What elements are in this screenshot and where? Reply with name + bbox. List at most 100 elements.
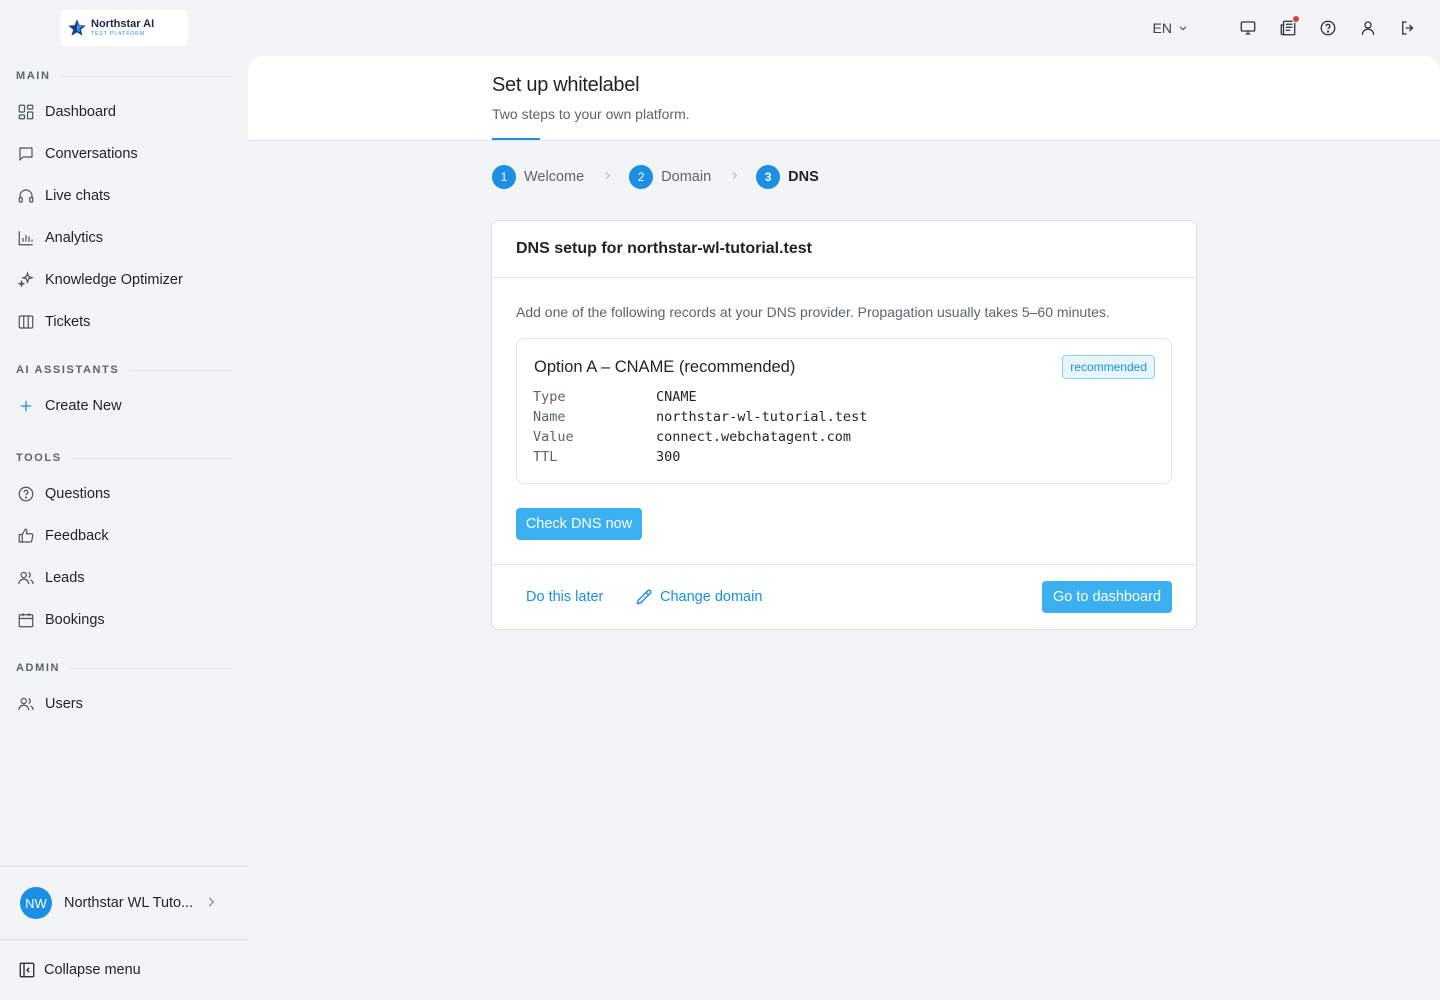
collapse-menu-label: Collapse menu xyxy=(44,962,141,978)
record-value: CNAME xyxy=(656,389,697,405)
sparkles-icon xyxy=(16,270,36,290)
section-label-tools: TOOLS xyxy=(16,452,232,464)
divider xyxy=(492,277,1196,278)
step-label: DNS xyxy=(788,169,819,185)
step-dns[interactable]: 3 DNS xyxy=(756,165,819,189)
go-to-dashboard-button[interactable]: Go to dashboard xyxy=(1042,581,1172,613)
step-number: 3 xyxy=(756,165,781,189)
users-icon xyxy=(16,568,36,588)
plus-icon xyxy=(16,396,36,416)
dns-option-card: Option A – CNAME (recommended) recommend… xyxy=(516,338,1172,484)
do-this-later-link[interactable]: Do this later xyxy=(526,585,603,609)
sidebar-item-label: Tickets xyxy=(45,314,91,330)
step-domain[interactable]: 2 Domain xyxy=(629,165,711,189)
record-key: TTL xyxy=(533,449,558,465)
brand-name: Northstar AI xyxy=(91,18,155,30)
sidebar-item-leads[interactable]: Leads xyxy=(16,560,232,596)
collapse-menu-button[interactable]: Collapse menu xyxy=(18,955,141,985)
page-subtitle: Two steps to your own platform. xyxy=(492,106,690,122)
sidebar-item-knowledge-optimizer[interactable]: Knowledge Optimizer xyxy=(16,262,232,298)
sidebar-item-label: Live chats xyxy=(45,188,111,204)
step-number: 1 xyxy=(492,165,516,189)
change-domain-label: Change domain xyxy=(660,589,763,605)
sidebar-item-label: Bookings xyxy=(45,612,105,628)
header-tab-indicator xyxy=(492,138,540,140)
sidebar-item-feedback[interactable]: Feedback xyxy=(16,518,232,554)
check-dns-button[interactable]: Check DNS now xyxy=(516,508,642,540)
users-icon xyxy=(16,694,36,714)
sidebar-item-label: Conversations xyxy=(45,146,138,162)
sidebar-item-label: Knowledge Optimizer xyxy=(45,272,183,288)
recommended-badge: recommended xyxy=(1062,355,1155,379)
chevron-right-icon xyxy=(602,170,613,184)
sidebar-item-bookings[interactable]: Bookings xyxy=(16,602,232,638)
step-label: Welcome xyxy=(524,169,585,185)
account-name: Northstar WL Tuto... xyxy=(64,895,194,911)
sidebar-item-label: Users xyxy=(45,696,83,712)
calendar-icon xyxy=(16,610,36,630)
page-title: Set up whitelabel xyxy=(492,74,640,96)
sidebar-item-label: Create New xyxy=(45,398,122,414)
change-domain-link[interactable]: Change domain xyxy=(634,585,762,609)
headset-icon xyxy=(16,186,36,206)
sidebar-item-conversations[interactable]: Conversations xyxy=(16,136,232,172)
notification-dot xyxy=(1292,15,1300,23)
card-description: Add one of the following records at your… xyxy=(516,304,1110,320)
sidebar-item-questions[interactable]: Questions xyxy=(16,476,232,512)
divider xyxy=(492,564,1196,565)
chevron-down-icon xyxy=(1179,26,1187,31)
sidebar-item-dashboard[interactable]: Dashboard xyxy=(16,94,232,130)
sidebar-item-analytics[interactable]: Analytics xyxy=(16,220,232,256)
record-key: Value xyxy=(533,429,574,445)
logout-icon[interactable] xyxy=(1398,18,1418,38)
sidebar-item-create-new[interactable]: Create New xyxy=(16,388,232,424)
record-value: northstar-wl-tutorial.test xyxy=(656,409,868,425)
sidebar: Northstar AI TEST PLATFORM MAIN Dashboar… xyxy=(0,0,248,1000)
record-row: Name northstar-wl-tutorial.test xyxy=(533,407,867,427)
sidebar-item-live-chats[interactable]: Live chats xyxy=(16,178,232,214)
sidebar-item-label: Dashboard xyxy=(45,104,116,120)
dns-record-list: Type CNAME Name northstar-wl-tutorial.te… xyxy=(533,387,867,467)
record-row: Value connect.webchatagent.com xyxy=(533,427,867,447)
monitor-icon[interactable] xyxy=(1238,18,1258,38)
sidebar-item-label: Feedback xyxy=(45,528,109,544)
chevron-right-icon xyxy=(204,895,218,912)
option-title: Option A – CNAME (recommended) xyxy=(534,358,796,376)
collapse-sidebar-icon xyxy=(19,962,35,978)
sidebar-item-users[interactable]: Users xyxy=(16,686,232,722)
main-content: Set up whitelabel Two steps to your own … xyxy=(248,56,1440,1000)
newspaper-icon[interactable] xyxy=(1278,15,1300,38)
step-welcome[interactable]: 1 Welcome xyxy=(492,165,584,189)
step-label: Domain xyxy=(661,169,712,185)
account-switcher[interactable]: NW Northstar WL Tuto... xyxy=(0,867,248,939)
record-value: connect.webchatagent.com xyxy=(656,429,852,445)
section-label-main: MAIN xyxy=(16,70,232,82)
section-label-admin: ADMIN xyxy=(16,662,232,674)
chevron-right-icon xyxy=(729,170,740,184)
question-circle-icon xyxy=(16,484,36,504)
columns-icon xyxy=(16,312,36,332)
help-icon[interactable] xyxy=(1318,18,1338,38)
dns-setup-card: DNS setup for northstar-wl-tutorial.test… xyxy=(491,220,1197,630)
record-key: Name xyxy=(533,409,566,425)
sidebar-item-label: Leads xyxy=(45,570,85,586)
sidebar-item-label: Analytics xyxy=(45,230,104,246)
language-label: EN xyxy=(1152,20,1172,36)
step-number: 2 xyxy=(629,165,654,189)
brand-tagline: TEST PLATFORM xyxy=(91,31,145,37)
card-title: DNS setup for northstar-wl-tutorial.test xyxy=(516,240,813,257)
star-logo-icon xyxy=(68,19,86,36)
record-key: Type xyxy=(533,389,566,405)
thumbs-up-icon xyxy=(16,526,36,546)
language-selector[interactable]: EN xyxy=(1153,20,1188,36)
sidebar-item-label: Questions xyxy=(45,486,111,502)
sidebar-item-tickets[interactable]: Tickets xyxy=(16,304,232,340)
pencil-icon xyxy=(636,589,652,605)
bar-chart-icon xyxy=(16,228,36,248)
section-label-ai-assistants: AI ASSISTANTS xyxy=(16,364,232,376)
user-icon[interactable] xyxy=(1358,18,1378,38)
top-bar: EN xyxy=(1153,14,1418,42)
record-row: TTL 300 xyxy=(533,447,867,467)
avatar: NW xyxy=(20,887,52,919)
brand-logo[interactable]: Northstar AI TEST PLATFORM xyxy=(60,10,188,46)
